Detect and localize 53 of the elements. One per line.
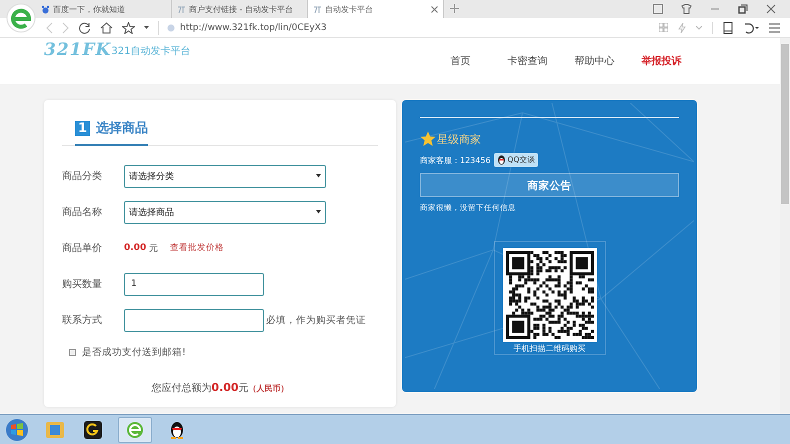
undo-icon[interactable]: [743, 22, 759, 34]
page-icon: [167, 24, 175, 32]
browser-logo-icon[interactable]: [118, 416, 152, 442]
browser-logo-icon[interactable]: [6, 3, 36, 33]
caret-icon: [316, 210, 321, 214]
checkbox[interactable]: [69, 349, 76, 356]
field-label: 商品分类: [62, 170, 103, 183]
address-field[interactable]: http://www.321fk.top/lin/0CEyX3: [158, 20, 650, 34]
nav-link[interactable]: 卡密查询: [494, 54, 561, 68]
close-icon[interactable]: [766, 4, 776, 14]
field-hint: 必填，作为购买者凭证: [266, 314, 366, 326]
merchant-level: 星级商家: [437, 132, 481, 146]
step-number: 1: [75, 120, 90, 136]
penguin-icon: [496, 155, 506, 165]
notice-heading: 商家公告: [420, 173, 679, 197]
star-icon[interactable]: [122, 22, 135, 34]
input-field[interactable]: [124, 308, 264, 332]
qr-caption: 手机扫描二维码购买: [514, 343, 586, 354]
wholesale-price-link[interactable]: 查看批发价格: [170, 242, 224, 254]
section-title: 选择商品: [96, 120, 148, 137]
reload-icon[interactable]: [79, 22, 91, 34]
nav-link[interactable]: 首页: [427, 54, 494, 68]
field-label: 联系方式: [62, 314, 103, 327]
caret-icon[interactable]: [144, 26, 149, 30]
unit-price: 0.00: [124, 243, 146, 253]
dropdown[interactable]: 请选择商品: [124, 200, 326, 224]
service-contact: 商家客服：123456: [420, 154, 491, 166]
nav-link[interactable]: 举报投诉: [628, 54, 695, 68]
star-icon: [420, 131, 436, 147]
dropdown[interactable]: 请选择分类: [124, 164, 326, 188]
input-field[interactable]: 1: [124, 272, 264, 296]
field-label: 商品单价: [62, 242, 103, 255]
lightning-icon[interactable]: [678, 22, 686, 32]
currency-unit: 元: [149, 242, 158, 254]
menu-icon[interactable]: [769, 22, 780, 32]
site-favicon-icon: [313, 4, 322, 14]
nav-link[interactable]: 帮助中心: [561, 54, 628, 68]
field-label: 购买数量: [62, 278, 103, 291]
restore-icon[interactable]: [738, 4, 748, 14]
total-amount: 您应付总额为0.00元（人民币）: [150, 381, 290, 395]
new-tab-icon[interactable]: [450, 4, 459, 13]
grid-icon[interactable]: [659, 23, 668, 32]
home-icon[interactable]: [100, 22, 113, 34]
checkbox-label: 是否成功支付送到邮箱!: [82, 346, 186, 359]
paw-icon: [41, 4, 50, 14]
close-icon[interactable]: [431, 6, 438, 12]
bookmark-icon[interactable]: [723, 22, 733, 34]
site-favicon-icon: [177, 4, 186, 14]
caret-icon: [316, 174, 321, 178]
shirt-icon[interactable]: [681, 4, 692, 14]
field-label: 商品名称: [62, 206, 103, 219]
browser-tab[interactable]: 自动发卡平台: [308, 0, 444, 18]
start-button[interactable]: [4, 416, 30, 442]
